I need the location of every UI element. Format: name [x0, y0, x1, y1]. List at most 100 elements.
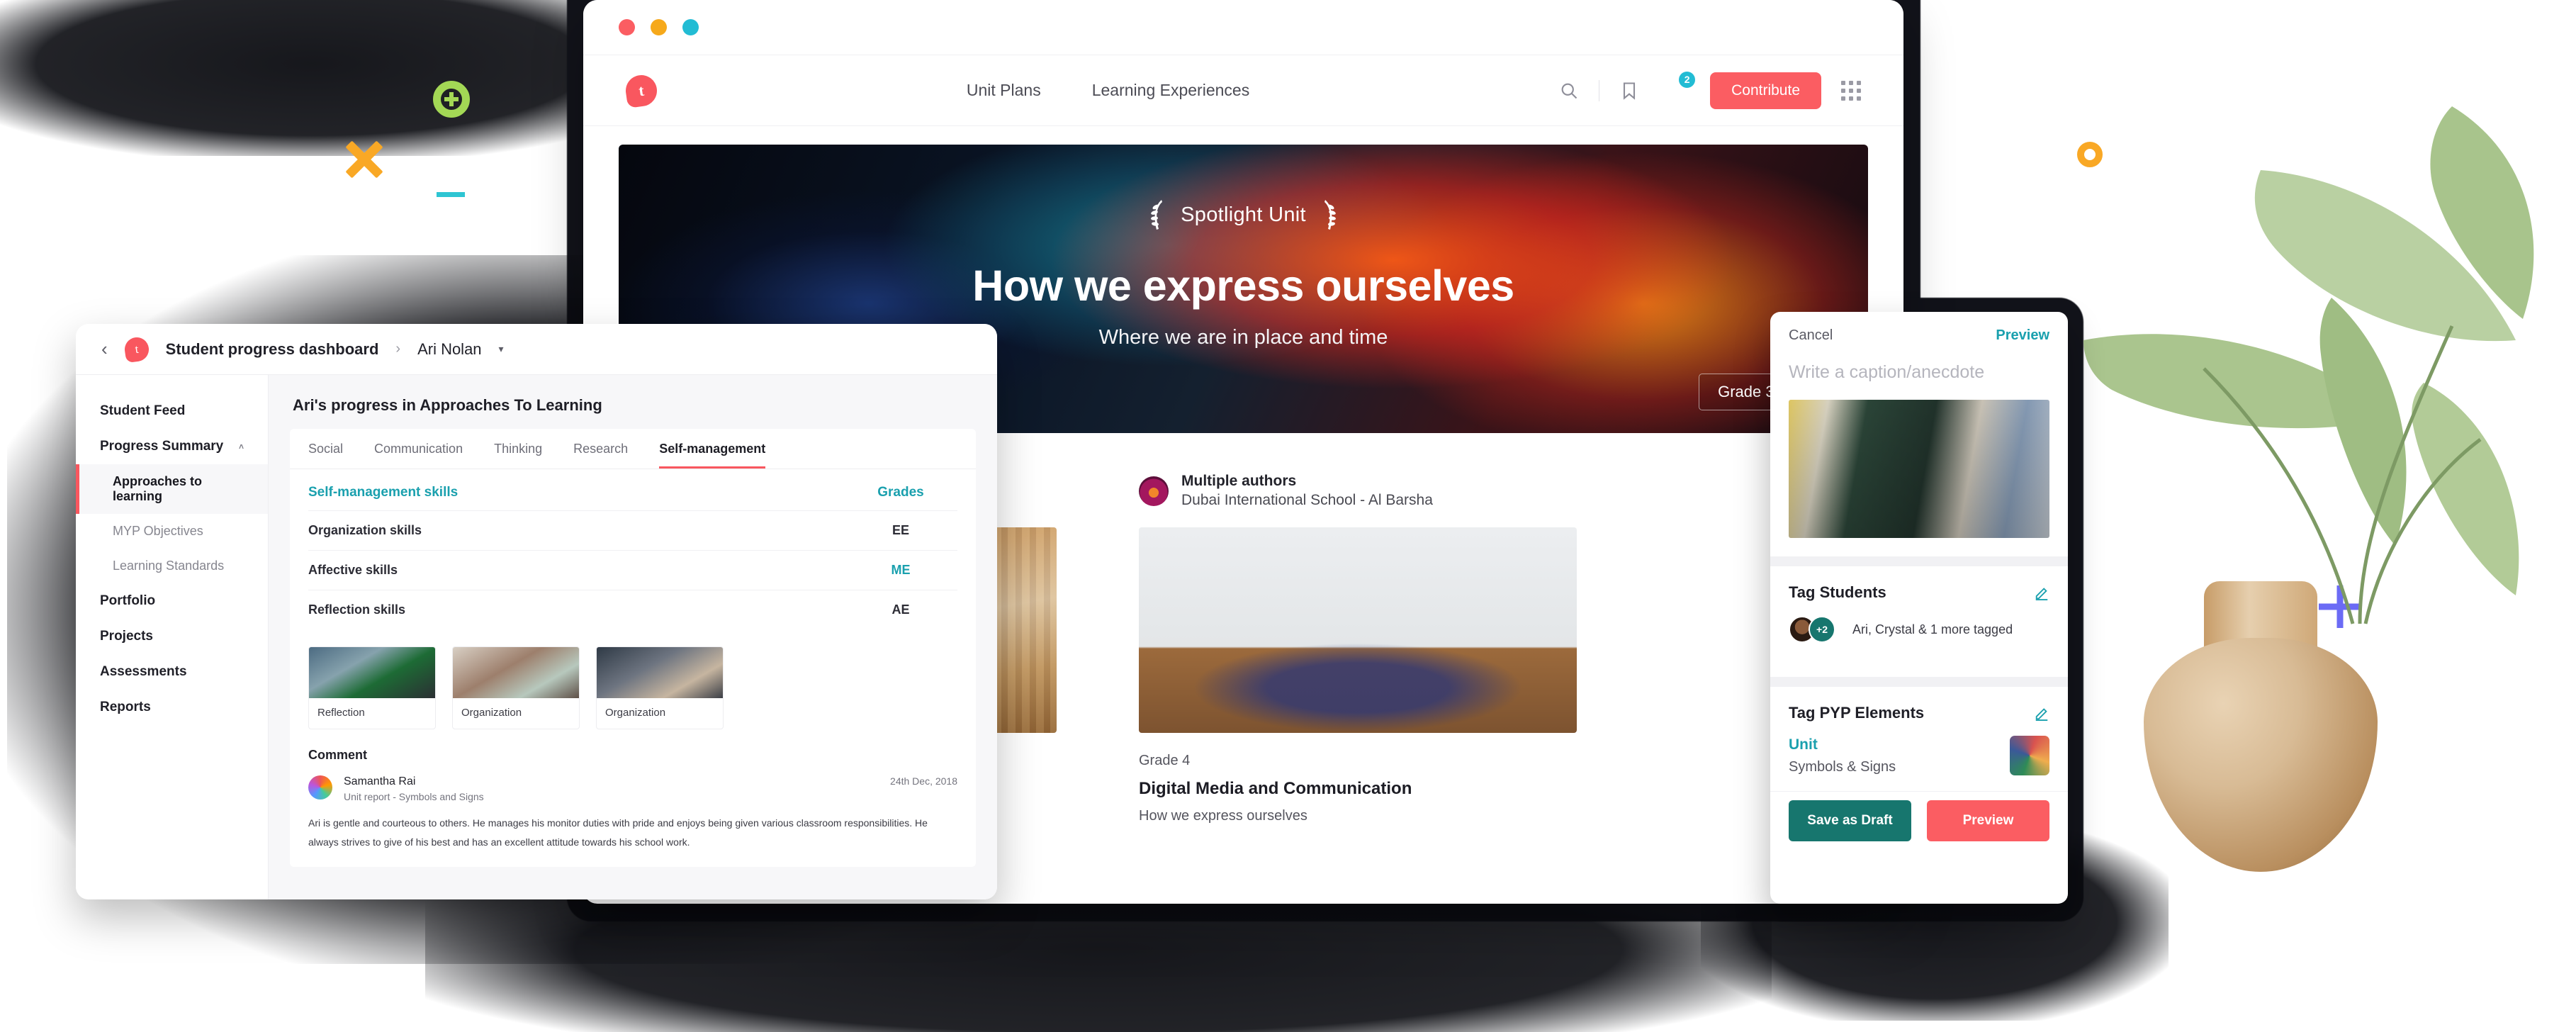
- navbar-actions: 2 Contribute: [1559, 69, 1861, 109]
- dash-decoration: [437, 192, 465, 197]
- plant-decoration: [2027, 85, 2565, 921]
- hero-title: How we express ourselves: [972, 262, 1514, 310]
- sidebar-item-label: Progress Summary: [100, 439, 224, 454]
- comment-body: Ari is gentle and courteous to others. H…: [308, 817, 928, 848]
- card-author: Multiple authors Dubai International Sch…: [1139, 473, 1577, 509]
- sidebar-item-approaches-to-learning[interactable]: Approaches to learning: [76, 464, 268, 514]
- student-dashboard-window: ‹ t Student progress dashboard › Ari Nol…: [76, 324, 997, 899]
- cancel-button[interactable]: Cancel: [1789, 327, 1833, 344]
- card-theme: How we express ourselves: [1139, 808, 1307, 824]
- panel-header: Cancel Preview: [1770, 312, 2068, 351]
- nav-link-learning-experiences[interactable]: Learning Experiences: [1092, 81, 1249, 100]
- comment-author: Samantha Rai: [344, 775, 416, 787]
- skill-grade: ME: [891, 563, 911, 577]
- breadcrumb-separator: ›: [395, 341, 401, 357]
- browser-titlebar: [583, 0, 1903, 55]
- avatar[interactable]: 2: [1659, 69, 1697, 106]
- table-row[interactable]: Organization skills EE: [308, 510, 957, 550]
- chevron-down-icon[interactable]: ▾: [499, 343, 504, 355]
- sidebar-item-myp-objectives[interactable]: MYP Objectives: [76, 514, 268, 549]
- skill-name: Reflection skills: [308, 602, 406, 617]
- sidebar-item-progress-summary[interactable]: Progress Summary ˄: [76, 429, 268, 464]
- sidebar-item-projects[interactable]: Projects: [76, 619, 268, 654]
- thumbnail-card[interactable]: Organization: [596, 646, 724, 729]
- dashboard-body: Student Feed Progress Summary ˄ Approach…: [76, 375, 997, 899]
- breadcrumb-current[interactable]: Ari Nolan: [417, 340, 481, 359]
- tag-pyp-section: Tag PYP Elements Unit Symbols & Signs: [1770, 687, 2068, 791]
- author-avatar: [1139, 476, 1169, 506]
- laurel-left-icon: [1151, 200, 1163, 230]
- preview-link[interactable]: Preview: [1996, 327, 2049, 344]
- tab-research[interactable]: Research: [573, 442, 628, 469]
- tagged-unit-row[interactable]: Unit Symbols & Signs: [1789, 722, 2049, 775]
- sidebar-item-learning-standards[interactable]: Learning Standards: [76, 549, 268, 583]
- window-minimize-dot[interactable]: [651, 19, 667, 35]
- unit-card[interactable]: Multiple authors Dubai International Sch…: [1139, 473, 1577, 824]
- laurel-right-icon: [1324, 200, 1336, 230]
- dashboard-sidebar: Student Feed Progress Summary ˄ Approach…: [76, 375, 269, 899]
- section-divider: [1770, 556, 2068, 566]
- thumbnail-caption: Organization: [605, 707, 666, 719]
- author-name: Multiple authors: [1181, 473, 1297, 489]
- tagged-students-row[interactable]: +2 Ari, Crystal & 1 more tagged: [1789, 616, 2049, 643]
- sidebar-item-label: Assessments: [100, 664, 187, 679]
- sidebar-item-label: Reports: [100, 700, 151, 714]
- tab-thinking[interactable]: Thinking: [494, 442, 542, 469]
- thumbnail-caption: Reflection: [317, 707, 365, 719]
- sidebar-item-portfolio[interactable]: Portfolio: [76, 583, 268, 619]
- pencil-icon[interactable]: [2034, 585, 2049, 600]
- tab-communication[interactable]: Communication: [374, 442, 463, 469]
- thumbnail-card[interactable]: Reflection: [308, 646, 436, 729]
- tab-social[interactable]: Social: [308, 442, 343, 469]
- app-logo-icon[interactable]: t: [123, 335, 150, 363]
- navbar-links: Unit Plans Learning Experiences: [657, 81, 1559, 100]
- sidebar-item-label: Student Feed: [100, 403, 186, 418]
- thumbnail-image: [309, 647, 435, 698]
- tab-self-management[interactable]: Self-management: [659, 442, 766, 469]
- captured-photo[interactable]: [1789, 400, 2049, 538]
- table-row[interactable]: Reflection skills AE: [308, 590, 957, 629]
- breadcrumb-root[interactable]: Student progress dashboard: [166, 340, 379, 359]
- comment-header: Samantha Rai Unit report - Symbols and S…: [308, 775, 957, 802]
- sidebar-item-assessments[interactable]: Assessments: [76, 654, 268, 690]
- sidebar-item-student-feed[interactable]: Student Feed: [76, 393, 268, 429]
- chevron-left-icon[interactable]: ‹: [101, 338, 108, 360]
- search-icon[interactable]: [1559, 81, 1579, 101]
- nav-link-unit-plans[interactable]: Unit Plans: [967, 81, 1041, 100]
- comment-date: 24th Dec, 2018: [890, 775, 957, 787]
- page-title: Ari's progress in Approaches To Learning: [293, 396, 602, 414]
- breadcrumb: ‹ t Student progress dashboard › Ari Nol…: [76, 324, 997, 375]
- section-divider: [1770, 677, 2068, 687]
- app-navbar: t Unit Plans Learning Experiences 2 Cont…: [583, 55, 1903, 126]
- skills-table: Self-management skills Grades Organizati…: [290, 469, 976, 629]
- section-title: Tag PYP Elements: [1789, 704, 1925, 722]
- column-header-skill: Self-management skills: [308, 485, 459, 500]
- backdrop-top-left: [0, 0, 666, 156]
- comment-section: Comment Samantha Rai Unit report - Symbo…: [290, 729, 976, 853]
- card-image: [1139, 527, 1577, 733]
- save-as-draft-button[interactable]: Save as Draft: [1789, 800, 1911, 841]
- thumbnail-card[interactable]: Organization: [452, 646, 580, 729]
- sidebar-item-reports[interactable]: Reports: [76, 690, 268, 725]
- tag-pyp-header: Tag PYP Elements: [1789, 704, 2049, 722]
- tagged-avatars: +2: [1789, 616, 1840, 643]
- preview-button[interactable]: Preview: [1927, 800, 2049, 841]
- app-logo-icon[interactable]: t: [624, 72, 659, 108]
- pyp-element-value: Symbols & Signs: [1789, 759, 1896, 775]
- thumbnail-image: [453, 647, 579, 698]
- table-row[interactable]: Affective skills ME: [308, 550, 957, 590]
- thumbnail-image: [597, 647, 723, 698]
- grid-apps-icon[interactable]: [1841, 80, 1861, 101]
- contribute-button[interactable]: Contribute: [1710, 72, 1821, 109]
- skill-tabs: Social Communication Thinking Research S…: [290, 429, 976, 469]
- window-maximize-dot[interactable]: [682, 19, 699, 35]
- sidebar-item-label: Approaches to learning: [113, 474, 203, 503]
- pencil-icon[interactable]: [2034, 705, 2049, 721]
- skill-grade: AE: [892, 602, 910, 617]
- sidebar-item-label: Learning Standards: [113, 559, 225, 573]
- bookmark-icon[interactable]: [1619, 81, 1639, 101]
- chevron-up-icon: ˄: [238, 442, 244, 452]
- pyp-element-label: Unit: [1789, 736, 1818, 753]
- caption-input[interactable]: Write a caption/anecdote: [1770, 351, 2068, 383]
- window-close-dot[interactable]: [619, 19, 635, 35]
